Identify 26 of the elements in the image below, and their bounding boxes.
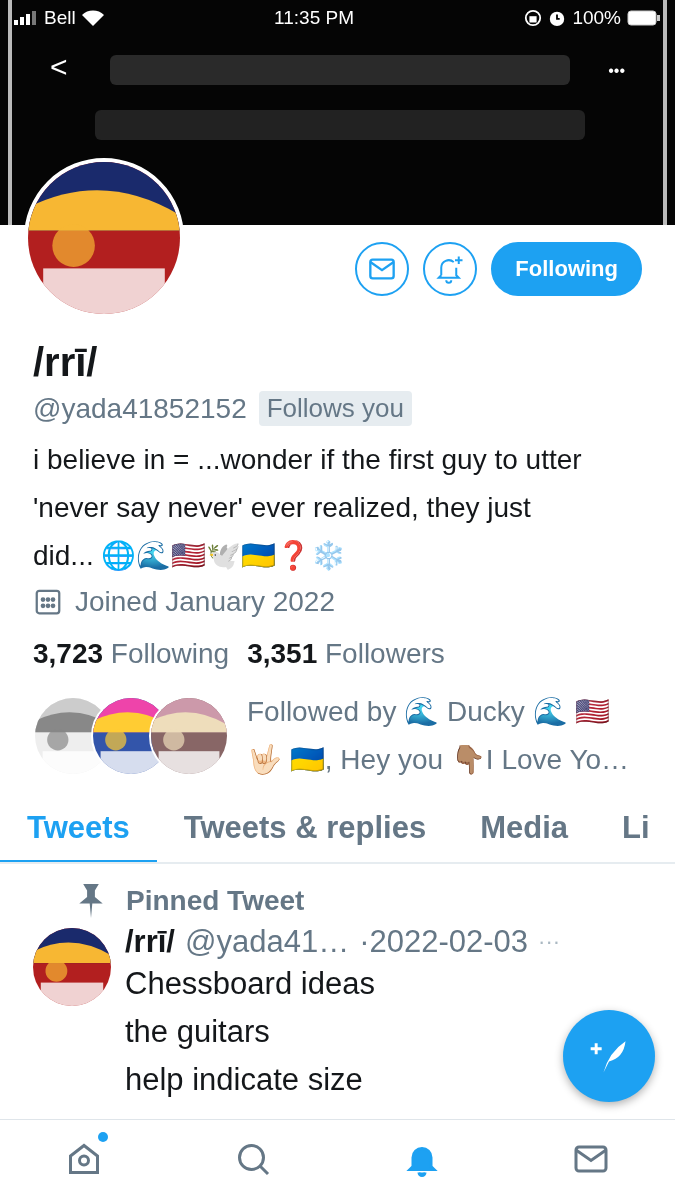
profile-handle: @yada41852152 — [33, 392, 247, 425]
calendar-icon — [33, 587, 63, 617]
mail-icon — [368, 257, 397, 281]
follows-you-label: Follows you — [258, 391, 412, 426]
tweet-text-line: the guitars — [125, 1013, 270, 1051]
tweet-text-line: Chessboard ideas — [125, 965, 375, 1003]
followed-by-text[interactable]: Followed by 🌊 Ducky 🌊 🇺🇸 🤟🏻 🇺🇦, Hey you 👇🏽I Love Yo… — [247, 688, 647, 784]
compose-button[interactable] — [563, 1010, 655, 1102]
profile-tab[interactable]: Media — [453, 798, 595, 862]
follow-count-link[interactable]: 3,351 Followers — [247, 638, 445, 670]
tweet-author: /rrī/ — [125, 924, 175, 960]
message-button[interactable] — [355, 242, 410, 296]
pinned-label: Pinned Tweet — [126, 885, 305, 917]
tweet-date: ·2022-02-03 — [359, 924, 529, 960]
join-date: Joined January 2022 — [75, 586, 335, 618]
tweet-text-line: help indicate size — [125, 1061, 363, 1099]
following-button[interactable]: Following — [491, 242, 642, 296]
tweet-handle: @yada41… — [184, 924, 350, 960]
notify-button[interactable] — [423, 242, 478, 296]
profile-tab[interactable]: Tweets — [0, 798, 157, 862]
profile-tab[interactable]: Tweets & replies — [156, 798, 454, 862]
follow-count-link[interactable]: 3,723 Following — [33, 638, 230, 670]
profile-tab[interactable]: Li — [595, 798, 675, 862]
profile-name: /rrī/ — [33, 340, 99, 385]
bell-plus-icon — [435, 254, 466, 284]
profile-bio: i believe in = ...wonder if the first guy to utter 'never say never' ever realized, they just did... 🌐🌊🇺🇸🕊🇺🇦❓❄ — [33, 443, 583, 573]
